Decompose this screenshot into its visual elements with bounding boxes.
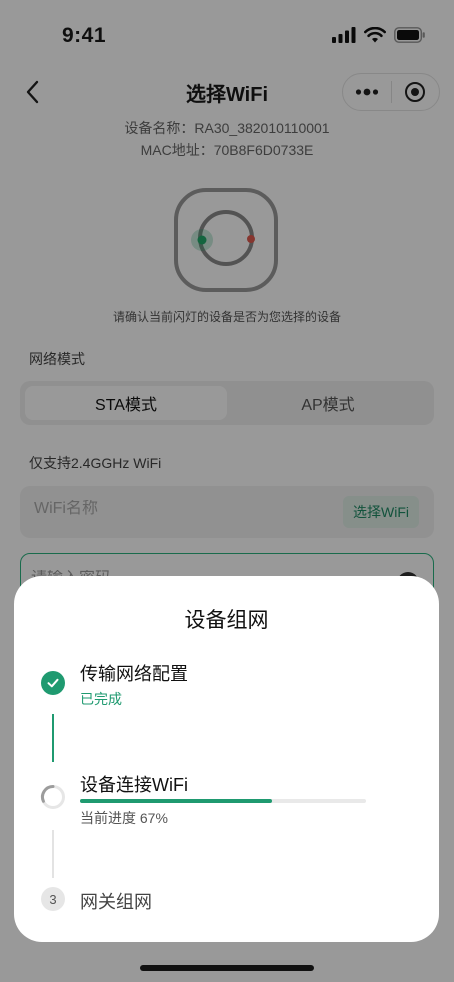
home-indicator	[140, 965, 314, 971]
step-1-status: 已完成	[80, 691, 122, 707]
step-connector-done	[52, 714, 54, 762]
step-2-title: 设备连接WiFi	[80, 775, 188, 795]
step-done-icon	[41, 671, 65, 695]
step-2-status: 当前进度 67%	[80, 810, 168, 826]
network-setup-modal: 设备组网 传输网络配置 已完成 设备连接WiFi 当前进度 67% 3 网关组网	[14, 576, 439, 942]
connect-progress-bar	[80, 799, 366, 803]
step-3-number: 3	[41, 887, 65, 911]
step-connector-pending	[52, 830, 54, 878]
loading-spinner-icon	[41, 784, 65, 809]
connect-progress-fill	[80, 799, 272, 803]
step-3-title: 网关组网	[80, 892, 152, 912]
checkmark-icon	[47, 678, 59, 688]
modal-title: 设备组网	[184, 609, 269, 632]
step-1-title: 传输网络配置	[80, 664, 188, 684]
